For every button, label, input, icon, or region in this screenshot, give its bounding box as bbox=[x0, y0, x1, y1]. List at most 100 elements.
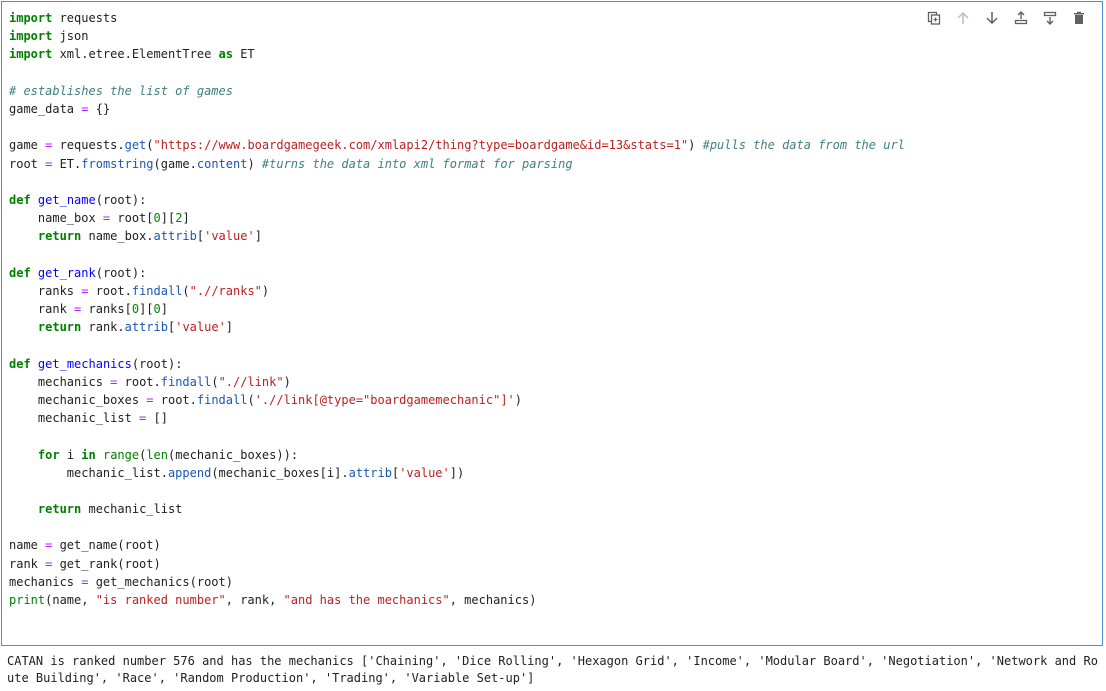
code-token: (game. bbox=[153, 156, 197, 171]
code-token: "and has the mechanics" bbox=[283, 593, 450, 607]
code-token: 'value' bbox=[399, 465, 450, 480]
code-token: name_box. bbox=[81, 229, 154, 244]
code-token: = bbox=[146, 392, 154, 407]
code-line: return name_box.attrib['value'] bbox=[9, 227, 905, 245]
code-token: findall bbox=[196, 392, 248, 407]
code-line: name = get_name(root) bbox=[9, 536, 905, 554]
code-token: attrib bbox=[348, 465, 392, 480]
code-token: as bbox=[218, 47, 233, 62]
code-line: print(name, "is ranked number", rank, "a… bbox=[9, 591, 905, 609]
insert-above-icon[interactable] bbox=[1006, 8, 1035, 28]
code-token: return bbox=[37, 320, 82, 335]
code-token: ) bbox=[514, 392, 523, 407]
code-token: './/link[@type="boardgamemechanic"]' bbox=[254, 392, 515, 407]
code-line: # establishes the list of games bbox=[9, 82, 905, 100]
code-token: import bbox=[9, 47, 53, 62]
code-token: return bbox=[37, 502, 82, 517]
code-token: root. bbox=[88, 283, 132, 298]
code-token: requests. bbox=[52, 138, 125, 153]
code-token: def bbox=[9, 192, 31, 207]
code-line: ranks = root.findall(".//ranks") bbox=[9, 282, 905, 300]
code-token: game_data bbox=[9, 101, 82, 116]
code-token: , mechanics) bbox=[449, 593, 537, 607]
code-token: ".//ranks" bbox=[189, 283, 262, 298]
code-token: #pulls the data from the url bbox=[702, 138, 905, 153]
code-token: root. bbox=[117, 374, 161, 389]
move-up-icon[interactable] bbox=[948, 8, 977, 28]
code-cell[interactable]: import requests import json import xml.etr… bbox=[1, 1, 1103, 646]
code-token: 'value' bbox=[204, 229, 255, 244]
code-token: get_mechanics bbox=[37, 356, 132, 371]
code-token: root. bbox=[153, 392, 197, 407]
code-token: ] bbox=[160, 302, 168, 316]
code-line: def get_rank(root): bbox=[9, 264, 905, 282]
code-token: rank bbox=[9, 556, 46, 571]
code-token: in bbox=[81, 447, 96, 462]
code-token: len bbox=[146, 447, 169, 462]
code-token: ]) bbox=[449, 465, 465, 480]
code-token: ] bbox=[254, 229, 262, 244]
code-token: findall bbox=[131, 283, 183, 298]
code-line: mechanic_boxes = root.findall('.//link[@… bbox=[9, 391, 905, 409]
code-line: mechanic_list = [] bbox=[9, 409, 905, 427]
duplicate-cell-icon[interactable] bbox=[919, 8, 948, 28]
code-token: get_mechanics(root) bbox=[88, 574, 233, 589]
code-token: , rank, bbox=[225, 593, 284, 607]
code-line: import requests bbox=[9, 9, 905, 27]
code-token: ".//link" bbox=[218, 374, 284, 389]
code-token: i bbox=[59, 447, 82, 462]
code-token: range bbox=[102, 447, 140, 462]
code-token: ranks[ bbox=[81, 302, 132, 316]
code-editor[interactable]: import requests import json import xml.etr… bbox=[9, 9, 905, 609]
delete-cell-icon[interactable] bbox=[1064, 8, 1093, 28]
code-line: def get_mechanics(root): bbox=[9, 355, 905, 373]
code-line: rank = get_rank(root) bbox=[9, 555, 905, 573]
code-token: rank. bbox=[81, 320, 125, 335]
code-token: ) bbox=[688, 138, 703, 153]
code-token: 0 bbox=[131, 302, 140, 316]
insert-below-icon[interactable] bbox=[1035, 8, 1064, 28]
code-token: ][ bbox=[139, 302, 154, 316]
code-token: get_rank(root) bbox=[52, 556, 161, 571]
code-token: (root): bbox=[95, 265, 147, 280]
code-token: game bbox=[9, 138, 46, 153]
code-token: {} bbox=[95, 101, 111, 116]
code-line: def get_name(root): bbox=[9, 191, 905, 209]
code-token: ) bbox=[283, 374, 291, 389]
code-token: mechanic_boxes bbox=[9, 392, 147, 407]
code-token: (root): bbox=[95, 192, 147, 207]
code-token: get_rank bbox=[37, 265, 96, 280]
cell-output: CATAN is ranked number 576 and has the m… bbox=[7, 654, 1098, 685]
move-down-icon[interactable] bbox=[977, 8, 1006, 28]
code-token: (mechanic_boxes[i]. bbox=[211, 465, 349, 480]
code-line: game_data = {} bbox=[9, 100, 905, 118]
code-token: import bbox=[9, 29, 53, 44]
code-token: ( bbox=[182, 283, 190, 298]
code-token: ( bbox=[146, 138, 154, 153]
code-token: attrib bbox=[153, 229, 197, 244]
code-token: fromstring bbox=[81, 156, 154, 171]
code-line: mechanics = get_mechanics(root) bbox=[9, 573, 905, 591]
code-token: def bbox=[9, 356, 31, 371]
code-token: root bbox=[9, 156, 46, 171]
code-token: mechanics bbox=[9, 574, 82, 589]
code-token: content bbox=[196, 156, 248, 171]
code-line: root = ET.fromstring(game.content) #turn… bbox=[9, 155, 905, 173]
code-token: (name, bbox=[45, 593, 96, 607]
code-token: 'value' bbox=[175, 320, 226, 335]
code-token: ] bbox=[225, 320, 234, 335]
code-token: ranks bbox=[9, 283, 82, 298]
code-token: def bbox=[9, 265, 31, 280]
